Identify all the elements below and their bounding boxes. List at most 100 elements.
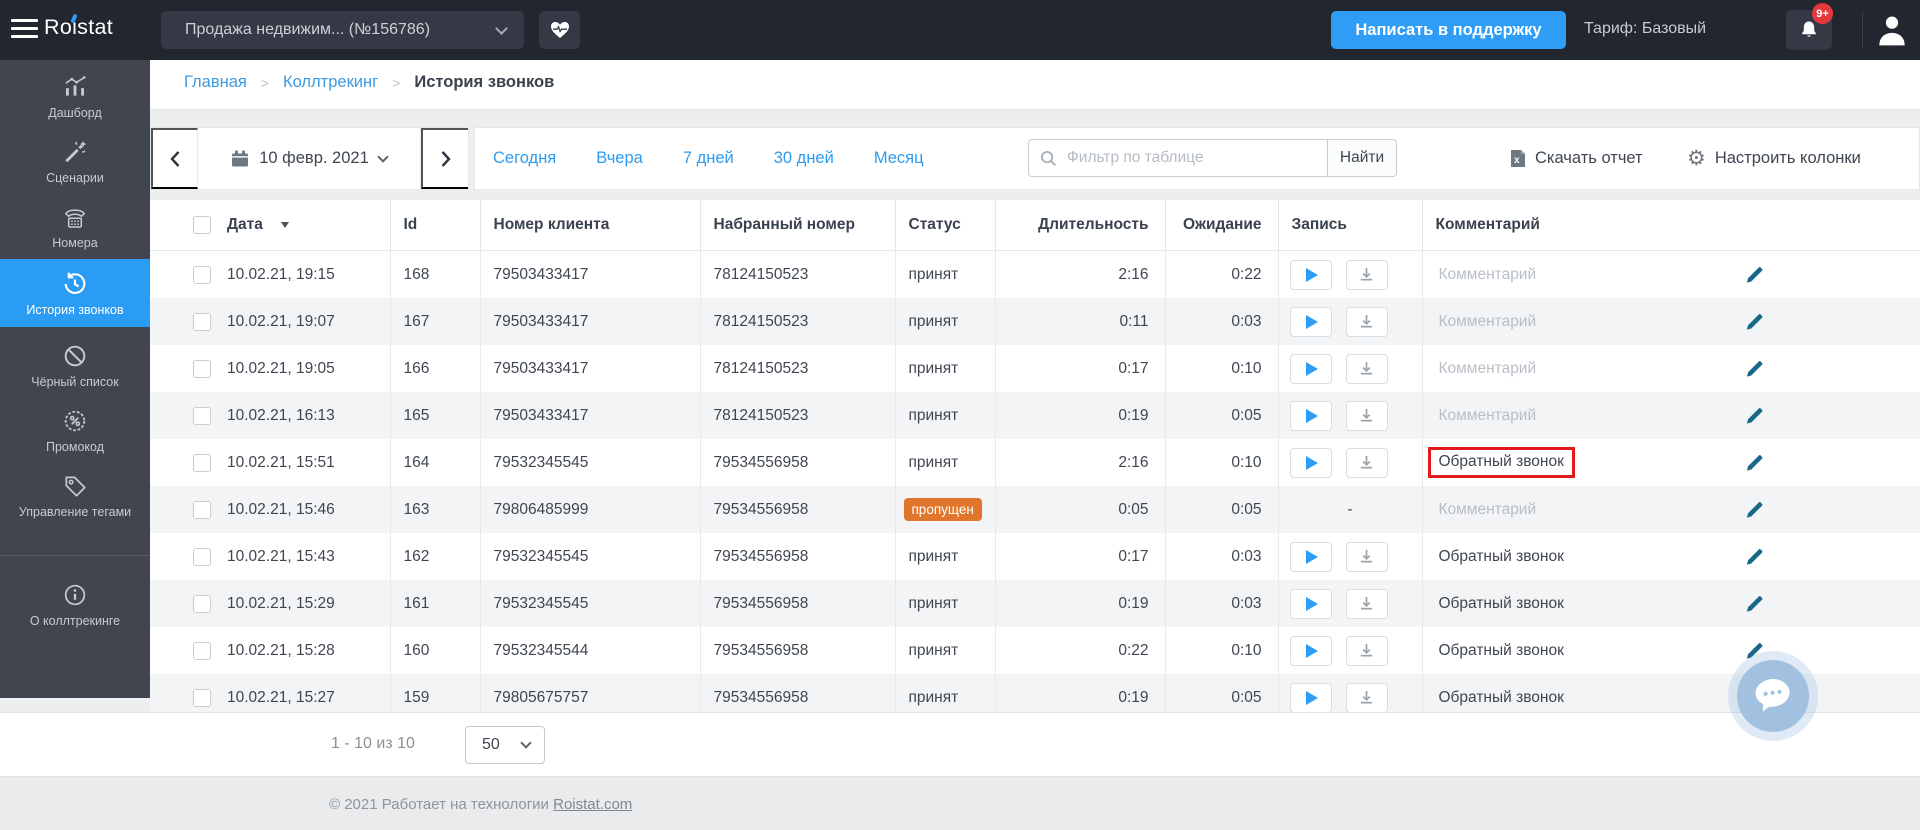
health-status-button[interactable] [539,11,580,49]
sidebar-item-dashboard[interactable]: Дашборд [0,64,150,129]
user-avatar[interactable] [1876,12,1908,48]
configure-columns-button[interactable]: ⚙ Настроить колонки [1687,128,1861,189]
play-record-button[interactable] [1290,354,1332,384]
roistat-link[interactable]: Roistat.com [553,796,632,813]
row-checkbox[interactable] [193,454,211,472]
column-header-id[interactable]: Id [390,200,480,251]
download-record-button[interactable] [1346,260,1388,290]
column-header-dialed-number[interactable]: Набранный номер [700,200,895,251]
quick-range-link-2[interactable]: Вчера [596,149,643,168]
prev-date-button[interactable] [151,128,198,189]
edit-comment-button[interactable] [1745,359,1764,378]
play-record-button[interactable] [1290,636,1332,666]
download-report-button[interactable]: x Скачать отчет [1510,128,1643,189]
page-size-select[interactable]: 50 [465,726,545,764]
download-record-button[interactable] [1346,636,1388,666]
column-header-duration[interactable]: Длительность [995,200,1165,251]
edit-comment-button[interactable] [1745,641,1764,660]
comment-text[interactable]: Обратный звонок [1439,642,1564,659]
quick-range-link-3[interactable]: 7 дней [683,149,734,168]
comment-text[interactable]: Обратный звонок [1428,447,1575,478]
comment-text[interactable]: Комментарий [1439,266,1537,283]
play-record-button[interactable] [1290,260,1332,290]
page-title: История звонков [414,73,554,92]
status-cell: принят [895,580,995,627]
download-record-button[interactable] [1346,589,1388,619]
play-record-button[interactable] [1290,683,1332,713]
sidebar-item-tags[interactable]: Управление тегами [0,463,150,541]
column-header-date[interactable]: Дата [227,216,263,234]
client-number: 79503433417 [480,298,700,345]
sidebar-item-numbers[interactable]: Номера [0,194,150,259]
quick-range-link-1[interactable]: Сегодня [493,149,556,168]
download-record-button[interactable] [1346,401,1388,431]
row-checkbox[interactable] [193,689,211,707]
download-record-button[interactable] [1346,683,1388,713]
select-all-checkbox[interactable] [193,216,211,234]
edit-comment-button[interactable] [1745,594,1764,613]
download-record-button[interactable] [1346,448,1388,478]
support-button[interactable]: Написать в поддержку [1331,11,1566,49]
row-checkbox[interactable] [193,360,211,378]
play-record-button[interactable] [1290,589,1332,619]
wait-cell: 0:05 [1165,486,1278,533]
column-header-record[interactable]: Запись [1278,200,1422,251]
sidebar-item-scenarios[interactable]: Сценарии [0,129,150,194]
status-text: принят [909,407,959,424]
row-checkbox[interactable] [193,407,211,425]
comment-text[interactable]: Комментарий [1439,313,1537,330]
column-header-comment[interactable]: Комментарий [1422,200,1920,251]
blacklist-icon [62,343,88,369]
filter-input[interactable] [1028,139,1328,177]
hamburger-menu-icon[interactable] [11,19,38,41]
sidebar-item-about-calltracking[interactable]: О коллтрекинге [0,572,150,637]
sidebar-item-blacklist[interactable]: Чёрный список [0,333,150,398]
chat-widget-button[interactable] [1737,660,1809,732]
comment-text[interactable]: Комментарий [1439,501,1537,518]
edit-comment-button[interactable] [1745,265,1764,284]
breadcrumb-home[interactable]: Главная [184,73,247,92]
column-header-status[interactable]: Статус [895,200,995,251]
download-record-button[interactable] [1346,542,1388,572]
download-record-button[interactable] [1346,307,1388,337]
edit-comment-button[interactable] [1745,406,1764,425]
comment-cell: Обратный звонок [1422,533,1920,580]
sidebar-item-promo-code[interactable]: Промокод [0,398,150,463]
download-record-button[interactable] [1346,354,1388,384]
play-record-button[interactable] [1290,401,1332,431]
call-id: 162 [390,533,480,580]
find-button[interactable]: Найти [1328,139,1397,177]
project-selector[interactable]: Продажа недвижим... (№156786) [161,11,524,49]
comment-text[interactable]: Комментарий [1439,360,1537,377]
sort-desc-icon[interactable] [281,222,289,228]
edit-comment-button[interactable] [1745,500,1764,519]
play-record-button[interactable] [1290,542,1332,572]
breadcrumb-calltracking[interactable]: Коллтрекинг [283,73,378,92]
comment-text[interactable]: Обратный звонок [1439,689,1564,706]
next-date-button[interactable] [421,128,468,189]
quick-range-link-4[interactable]: 30 дней [774,149,834,168]
edit-comment-button[interactable] [1745,312,1764,331]
quick-range-link-5[interactable]: Месяц [874,149,924,168]
row-checkbox[interactable] [193,595,211,613]
roistat-logo: Roistat [44,15,113,40]
play-record-button[interactable] [1290,307,1332,337]
comment-cell: Обратный звонок [1422,627,1920,674]
comment-text[interactable]: Обратный звонок [1439,595,1564,612]
row-checkbox[interactable] [193,548,211,566]
comment-text[interactable]: Обратный звонок [1439,548,1564,565]
sidebar-item-call-history[interactable]: История звонков [0,259,150,327]
column-header-client-number[interactable]: Номер клиента [480,200,700,251]
edit-comment-button[interactable] [1745,547,1764,566]
row-checkbox[interactable] [193,642,211,660]
edit-comment-button[interactable] [1745,453,1764,472]
copyright-text: © 2021 Работает на технологии Roistat.co… [329,796,632,813]
play-record-button[interactable] [1290,448,1332,478]
comment-text[interactable]: Комментарий [1439,407,1537,424]
column-header-wait[interactable]: Ожидание [1165,200,1278,251]
row-checkbox[interactable] [193,501,211,519]
date-picker[interactable]: 10 февр. 2021 [198,128,421,189]
row-checkbox[interactable] [193,266,211,284]
call-date: 10.02.21, 15:29 [227,595,335,613]
row-checkbox[interactable] [193,313,211,331]
